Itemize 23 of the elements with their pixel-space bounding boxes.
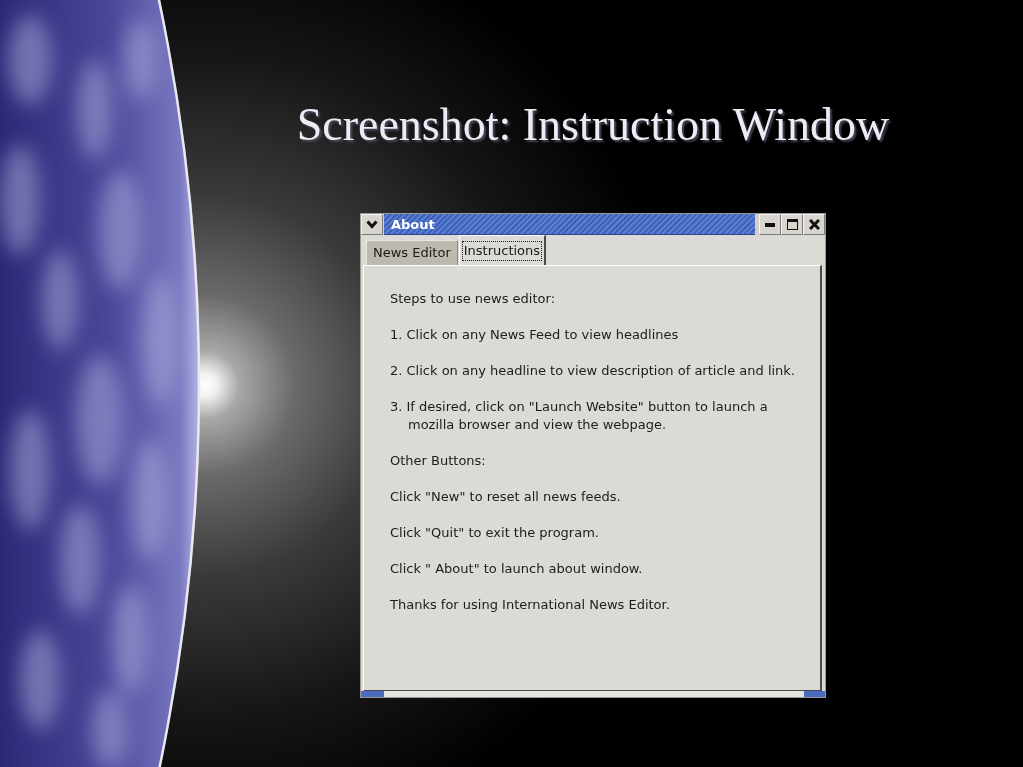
close-button[interactable] xyxy=(803,214,825,235)
maximize-icon xyxy=(786,219,798,230)
instruction-text: 2. Click on any headline to view description of article and link. xyxy=(390,362,796,380)
instruction-text: Click "Quit" to exit the program. xyxy=(390,524,600,542)
instruction-text: Other Buttons: xyxy=(390,452,487,470)
instruction-text: Click " About" to launch about window. xyxy=(390,560,644,578)
tab[interactable]: News Editor xyxy=(366,240,458,265)
resize-handle[interactable] xyxy=(804,691,825,697)
window-menu-button[interactable] xyxy=(361,214,383,235)
close-icon xyxy=(808,219,820,230)
resize-handle[interactable] xyxy=(361,691,384,697)
minimize-button[interactable] xyxy=(759,214,781,235)
instruction-text: 1. Click on any News Feed to view headlines xyxy=(390,326,680,344)
maximize-button[interactable] xyxy=(781,214,803,235)
instruction-text: 3. If desired, click on "Launch Website" button to launch a mozilla browser and view the webpage. xyxy=(390,398,769,434)
slide-title: Screenshot: Instruction Window xyxy=(296,98,890,152)
instruction-text: Thanks for using International News Editor. xyxy=(390,596,671,614)
tab[interactable]: Instructions xyxy=(458,235,547,265)
minimize-icon xyxy=(765,222,775,227)
instruction-text: Steps to use news editor: xyxy=(390,290,556,308)
window-title: About xyxy=(391,215,435,233)
chevron-down-icon xyxy=(366,220,378,229)
instruction-text: Click "New" to reset all news feeds. xyxy=(390,488,622,506)
